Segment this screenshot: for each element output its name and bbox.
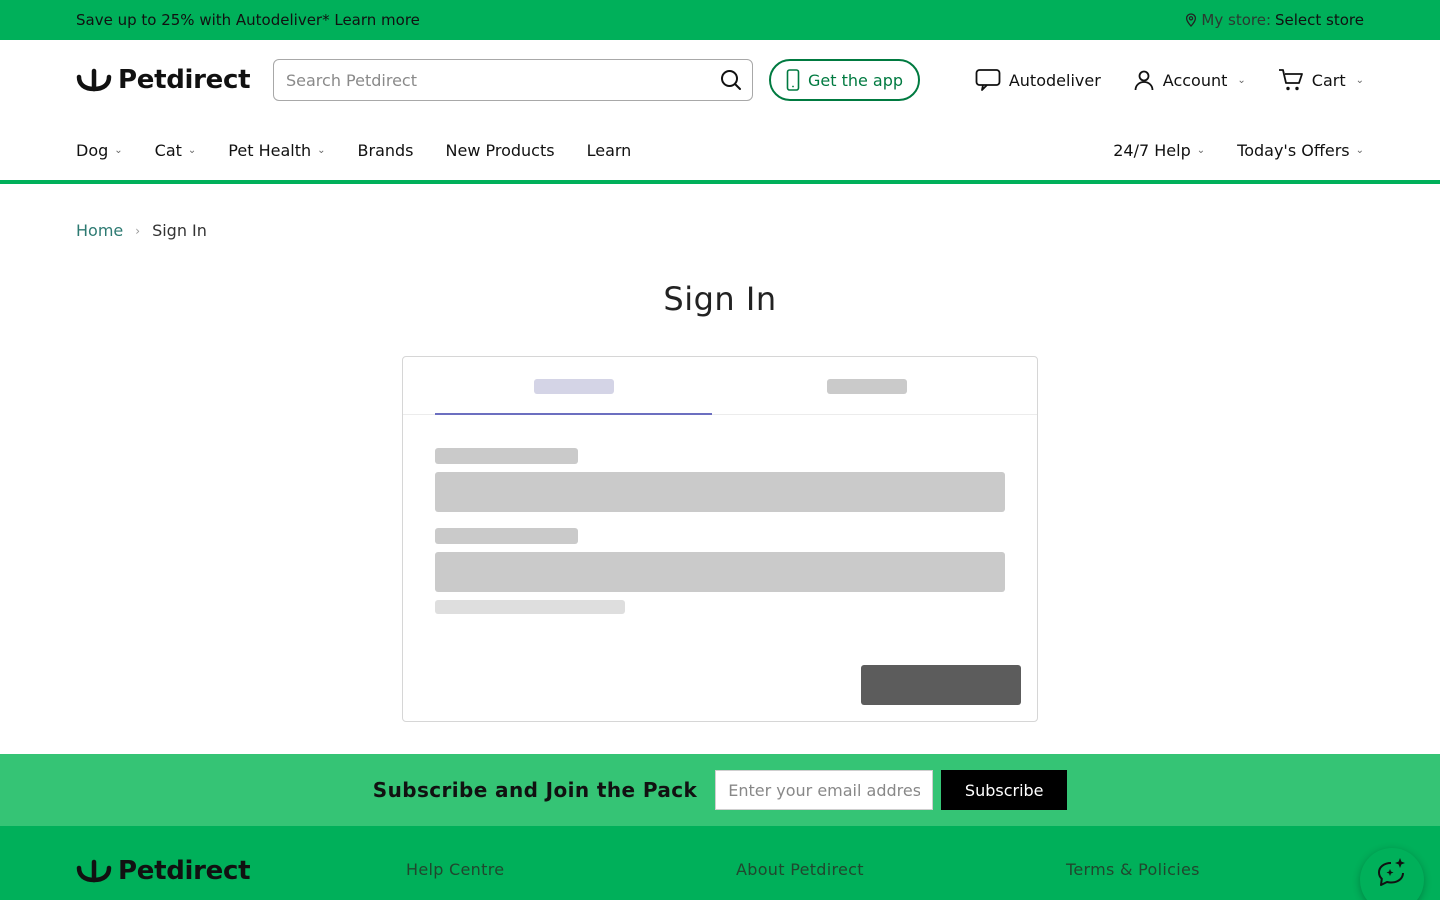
- subscribe-title: Subscribe and Join the Pack: [372, 778, 698, 802]
- tab-skeleton[interactable]: [827, 379, 907, 394]
- breadcrumb: Home › Sign In: [76, 221, 207, 240]
- account-menu[interactable]: Account ⌄: [1133, 69, 1246, 91]
- main-nav: Dog ⌄ Cat ⌄ Pet Health ⌄ Brands New Product…: [0, 120, 1440, 184]
- label-skeleton: [435, 528, 578, 544]
- search-input[interactable]: [286, 70, 720, 90]
- get-the-app-button[interactable]: Get the app: [769, 59, 920, 101]
- active-tab-indicator: [435, 413, 712, 415]
- input-skeleton: [435, 552, 1005, 592]
- subscribe-button[interactable]: Subscribe: [941, 770, 1068, 810]
- get-the-app-label: Get the app: [807, 70, 904, 90]
- footer-logo-text: Petdirect: [118, 856, 251, 886]
- subscribe-band: Subscribe and Join the Pack Subscribe: [0, 754, 1440, 826]
- nav-item-pet-health[interactable]: Pet Health ⌄: [228, 141, 325, 160]
- tab-skeleton-active[interactable]: [534, 379, 614, 394]
- search-icon[interactable]: [720, 69, 742, 91]
- account-label: Account: [1162, 70, 1228, 90]
- site-header: Petdirect Get the app Autodeliver Accoun…: [0, 40, 1440, 120]
- site-footer: Petdirect Help Centre About Petdirect Te…: [0, 826, 1440, 900]
- promo-text[interactable]: Save up to 25% with Autodeliver* Learn m…: [76, 11, 420, 29]
- search-box: [273, 59, 753, 101]
- autodeliver-link[interactable]: Autodeliver: [975, 68, 1101, 92]
- petdirect-logo-icon: [76, 68, 112, 92]
- nav-item-learn[interactable]: Learn: [587, 141, 632, 160]
- autodeliver-label: Autodeliver: [1008, 70, 1101, 90]
- phone-icon: [786, 69, 800, 91]
- nav-item-help[interactable]: 24/7 Help ⌄: [1113, 141, 1205, 160]
- cart-label: Cart: [1311, 70, 1346, 90]
- logo-text: Petdirect: [118, 65, 251, 95]
- chat-sparkle-icon: [1378, 858, 1405, 886]
- footer-about[interactable]: About Petdirect: [736, 860, 864, 879]
- chevron-down-icon: ⌄: [1237, 74, 1246, 86]
- select-store-link[interactable]: Select store: [1275, 11, 1364, 29]
- user-icon: [1134, 70, 1154, 91]
- header-actions: Autodeliver Account ⌄ Cart ⌄: [975, 40, 1364, 120]
- autodeliver-icon: [975, 69, 1001, 91]
- nav-item-dog[interactable]: Dog ⌄: [76, 141, 123, 160]
- chevron-down-icon: ⌄: [1196, 144, 1206, 156]
- sign-in-card: [402, 356, 1038, 722]
- location-pin-icon: [1186, 13, 1197, 27]
- chevron-down-icon: ⌄: [1355, 144, 1364, 156]
- footer-logo[interactable]: Petdirect: [76, 856, 273, 886]
- page-title: Sign In: [663, 280, 777, 318]
- my-store-label: My store:: [1201, 11, 1272, 29]
- input-skeleton: [435, 472, 1005, 512]
- petdirect-logo[interactable]: Petdirect: [76, 65, 273, 95]
- cart-menu[interactable]: Cart ⌄: [1278, 68, 1364, 92]
- breadcrumb-home[interactable]: Home: [76, 221, 123, 240]
- footer-help-centre[interactable]: Help Centre: [406, 860, 504, 879]
- breadcrumb-current: Sign In: [152, 221, 207, 240]
- submit-button-skeleton: [861, 665, 1021, 705]
- promo-bar: Save up to 25% with Autodeliver* Learn m…: [0, 0, 1440, 40]
- chevron-down-icon: ⌄: [187, 144, 197, 156]
- chat-assistant-button[interactable]: [1360, 848, 1424, 900]
- petdirect-logo-icon: [76, 859, 112, 883]
- nav-item-cat[interactable]: Cat ⌄: [155, 141, 197, 160]
- chevron-down-icon: ⌄: [114, 144, 123, 156]
- footer-terms[interactable]: Terms & Policies: [1066, 860, 1200, 879]
- cart-icon: [1278, 69, 1303, 91]
- chevron-right-icon: ›: [135, 223, 141, 238]
- link-skeleton: [435, 600, 625, 614]
- subscribe-email-input[interactable]: [715, 770, 934, 810]
- nav-item-new-products[interactable]: New Products: [446, 141, 555, 160]
- chevron-down-icon: ⌄: [317, 144, 326, 156]
- chevron-down-icon: ⌄: [1355, 74, 1364, 86]
- nav-item-todays-offers[interactable]: Today's Offers ⌄: [1237, 141, 1364, 160]
- label-skeleton: [435, 448, 578, 464]
- my-store[interactable]: My store: Select store: [1185, 11, 1364, 29]
- nav-item-brands[interactable]: Brands: [358, 141, 414, 160]
- sign-in-tabs: [403, 357, 1037, 415]
